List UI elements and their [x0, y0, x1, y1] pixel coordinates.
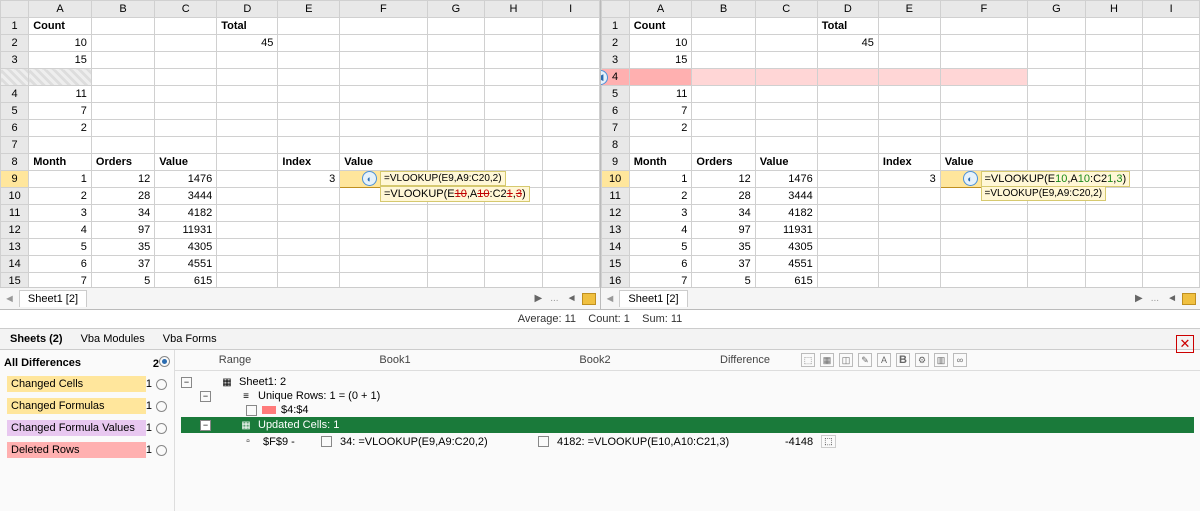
- diff-results-header: Range Book1 Book2 Difference ⬚ ▦ ◫ ✎ AB ⚙ ▥ ∞: [175, 350, 1200, 371]
- diff-sidebar: All Differences 2 Changed Cells1 Changed…: [0, 350, 175, 511]
- col-H[interactable]: H: [485, 1, 543, 18]
- col-A[interactable]: A: [29, 1, 92, 18]
- checkbox[interactable]: [538, 436, 549, 447]
- link-icon[interactable]: ∞: [953, 353, 967, 367]
- tool-icon[interactable]: ▥: [934, 353, 948, 367]
- col-G[interactable]: G: [427, 1, 485, 18]
- col-F[interactable]: F: [340, 1, 427, 18]
- tab-vba-forms[interactable]: Vba Forms: [163, 333, 217, 345]
- right-sheet-tabs: ◄ Sheet1 [2] ▶ ... ◄: [601, 287, 1200, 309]
- checkbox[interactable]: [321, 436, 332, 447]
- left-pane: A B C D E F G H I 1CountTotal 21045 315 …: [0, 0, 601, 309]
- formula-tooltip-2: =VLOOKUP(E10,A10:C21,3): [380, 186, 530, 202]
- tree-detail-row[interactable]: ▫ $F$9 - 34: =VLOOKUP(E9,A9:C20,2) 4182:…: [181, 433, 1194, 450]
- tree-node-row[interactable]: $4:$4: [181, 403, 1194, 417]
- filter-deleted-rows[interactable]: Deleted Rows: [7, 442, 146, 458]
- tool-icon[interactable]: A: [877, 353, 891, 367]
- tool-icon[interactable]: ◫: [839, 353, 853, 367]
- collapse-icon[interactable]: −: [181, 377, 192, 388]
- trace-badge-icon[interactable]: ◐: [362, 171, 377, 186]
- col-I[interactable]: I: [542, 1, 599, 18]
- trace-badge-icon[interactable]: ◐: [963, 171, 978, 186]
- filter-radio[interactable]: [156, 379, 167, 390]
- status-bar: Average: 11 Count: 1 Sum: 11: [0, 310, 1200, 329]
- sidebar-title: All Differences: [4, 357, 81, 369]
- right-pane: ABCDEFGHI 1CountTotal 21045 315 4 511 67…: [601, 0, 1200, 309]
- filter-changed-formulas[interactable]: Changed Formulas: [7, 398, 146, 414]
- col-C[interactable]: C: [155, 1, 217, 18]
- tree-node-sheet[interactable]: − ▦ Sheet1: 2: [181, 375, 1194, 389]
- hscroll-thumb[interactable]: [1182, 293, 1196, 305]
- sheet-icon: ▦: [220, 376, 234, 388]
- col-D[interactable]: D: [217, 1, 278, 18]
- sheet-tab[interactable]: Sheet1 [2]: [19, 290, 87, 307]
- nav-prev-icon[interactable]: ◄: [605, 293, 616, 305]
- bold-icon[interactable]: B: [896, 353, 910, 367]
- deleted-row-icon: [262, 406, 276, 414]
- nav-next-icon[interactable]: ▶: [532, 293, 546, 304]
- tab-sheets[interactable]: Sheets (2): [10, 333, 63, 345]
- tree-node-updated[interactable]: − ▦ Updated Cells: 1: [181, 417, 1194, 433]
- diff-panel-tabs: Sheets (2) Vba Modules Vba Forms: [0, 329, 1200, 350]
- formula-tooltip-3: =VLOOKUP(E10,A10:C21,3): [981, 171, 1131, 187]
- nav-next-icon[interactable]: ▶: [1132, 293, 1146, 304]
- col-book2: Book2: [495, 354, 695, 366]
- col-book1: Book1: [295, 354, 495, 366]
- collapse-icon[interactable]: −: [200, 420, 211, 431]
- close-button[interactable]: ✕: [1176, 335, 1194, 353]
- scroll-left-icon[interactable]: ◄: [1164, 293, 1180, 304]
- col-difference: Difference: [695, 354, 795, 366]
- tab-vba-modules[interactable]: Vba Modules: [81, 333, 145, 345]
- filter-changed-cells[interactable]: Changed Cells: [7, 376, 146, 392]
- col-B[interactable]: B: [91, 1, 154, 18]
- col-range: Range: [175, 354, 295, 366]
- filter-radio[interactable]: [156, 445, 167, 456]
- formula-tooltip-1: =VLOOKUP(E9,A9:C20,2): [380, 171, 506, 186]
- left-grid[interactable]: A B C D E F G H I 1CountTotal 21045 315 …: [0, 0, 600, 287]
- diff-toolbar: ⬚ ▦ ◫ ✎ AB ⚙ ▥ ∞: [801, 353, 967, 367]
- sheet-tab[interactable]: Sheet1 [2]: [619, 290, 687, 307]
- scroll-left-icon[interactable]: ◄: [564, 293, 580, 304]
- tool-icon[interactable]: ▦: [820, 353, 834, 367]
- formula-tooltip-4: =VLOOKUP(E9,A9:C20,2): [981, 186, 1107, 201]
- tool-icon[interactable]: ✎: [858, 353, 872, 367]
- left-sheet-tabs: ◄ Sheet1 [2] ▶ ... ◄: [0, 287, 600, 309]
- collapse-icon[interactable]: −: [200, 391, 211, 402]
- cell-icon: ▫: [241, 436, 255, 448]
- col-E[interactable]: E: [278, 1, 340, 18]
- filter-radio[interactable]: [156, 401, 167, 412]
- hscroll-thumb[interactable]: [582, 293, 596, 305]
- tool-icon[interactable]: ⬚: [801, 353, 815, 367]
- rows-icon: ≡: [239, 390, 253, 402]
- filter-radio-all[interactable]: [159, 356, 170, 367]
- filter-radio[interactable]: [156, 423, 167, 434]
- tag-icon[interactable]: ⬚: [821, 435, 836, 448]
- right-grid[interactable]: ABCDEFGHI 1CountTotal 21045 315 4 511 67…: [601, 0, 1200, 287]
- diff-tree: − ▦ Sheet1: 2 − ≡ Unique Rows: 1 = (0 + …: [175, 371, 1200, 454]
- tree-node-unique[interactable]: − ≡ Unique Rows: 1 = (0 + 1): [181, 389, 1194, 403]
- nav-prev-icon[interactable]: ◄: [4, 293, 15, 305]
- filter-changed-formula-values[interactable]: Changed Formula Values: [7, 420, 146, 436]
- tool-icon[interactable]: ⚙: [915, 353, 929, 367]
- diff-panel: ✕ Sheets (2) Vba Modules Vba Forms All D…: [0, 329, 1200, 511]
- checkbox[interactable]: [246, 405, 257, 416]
- updated-icon: ▦: [239, 419, 253, 431]
